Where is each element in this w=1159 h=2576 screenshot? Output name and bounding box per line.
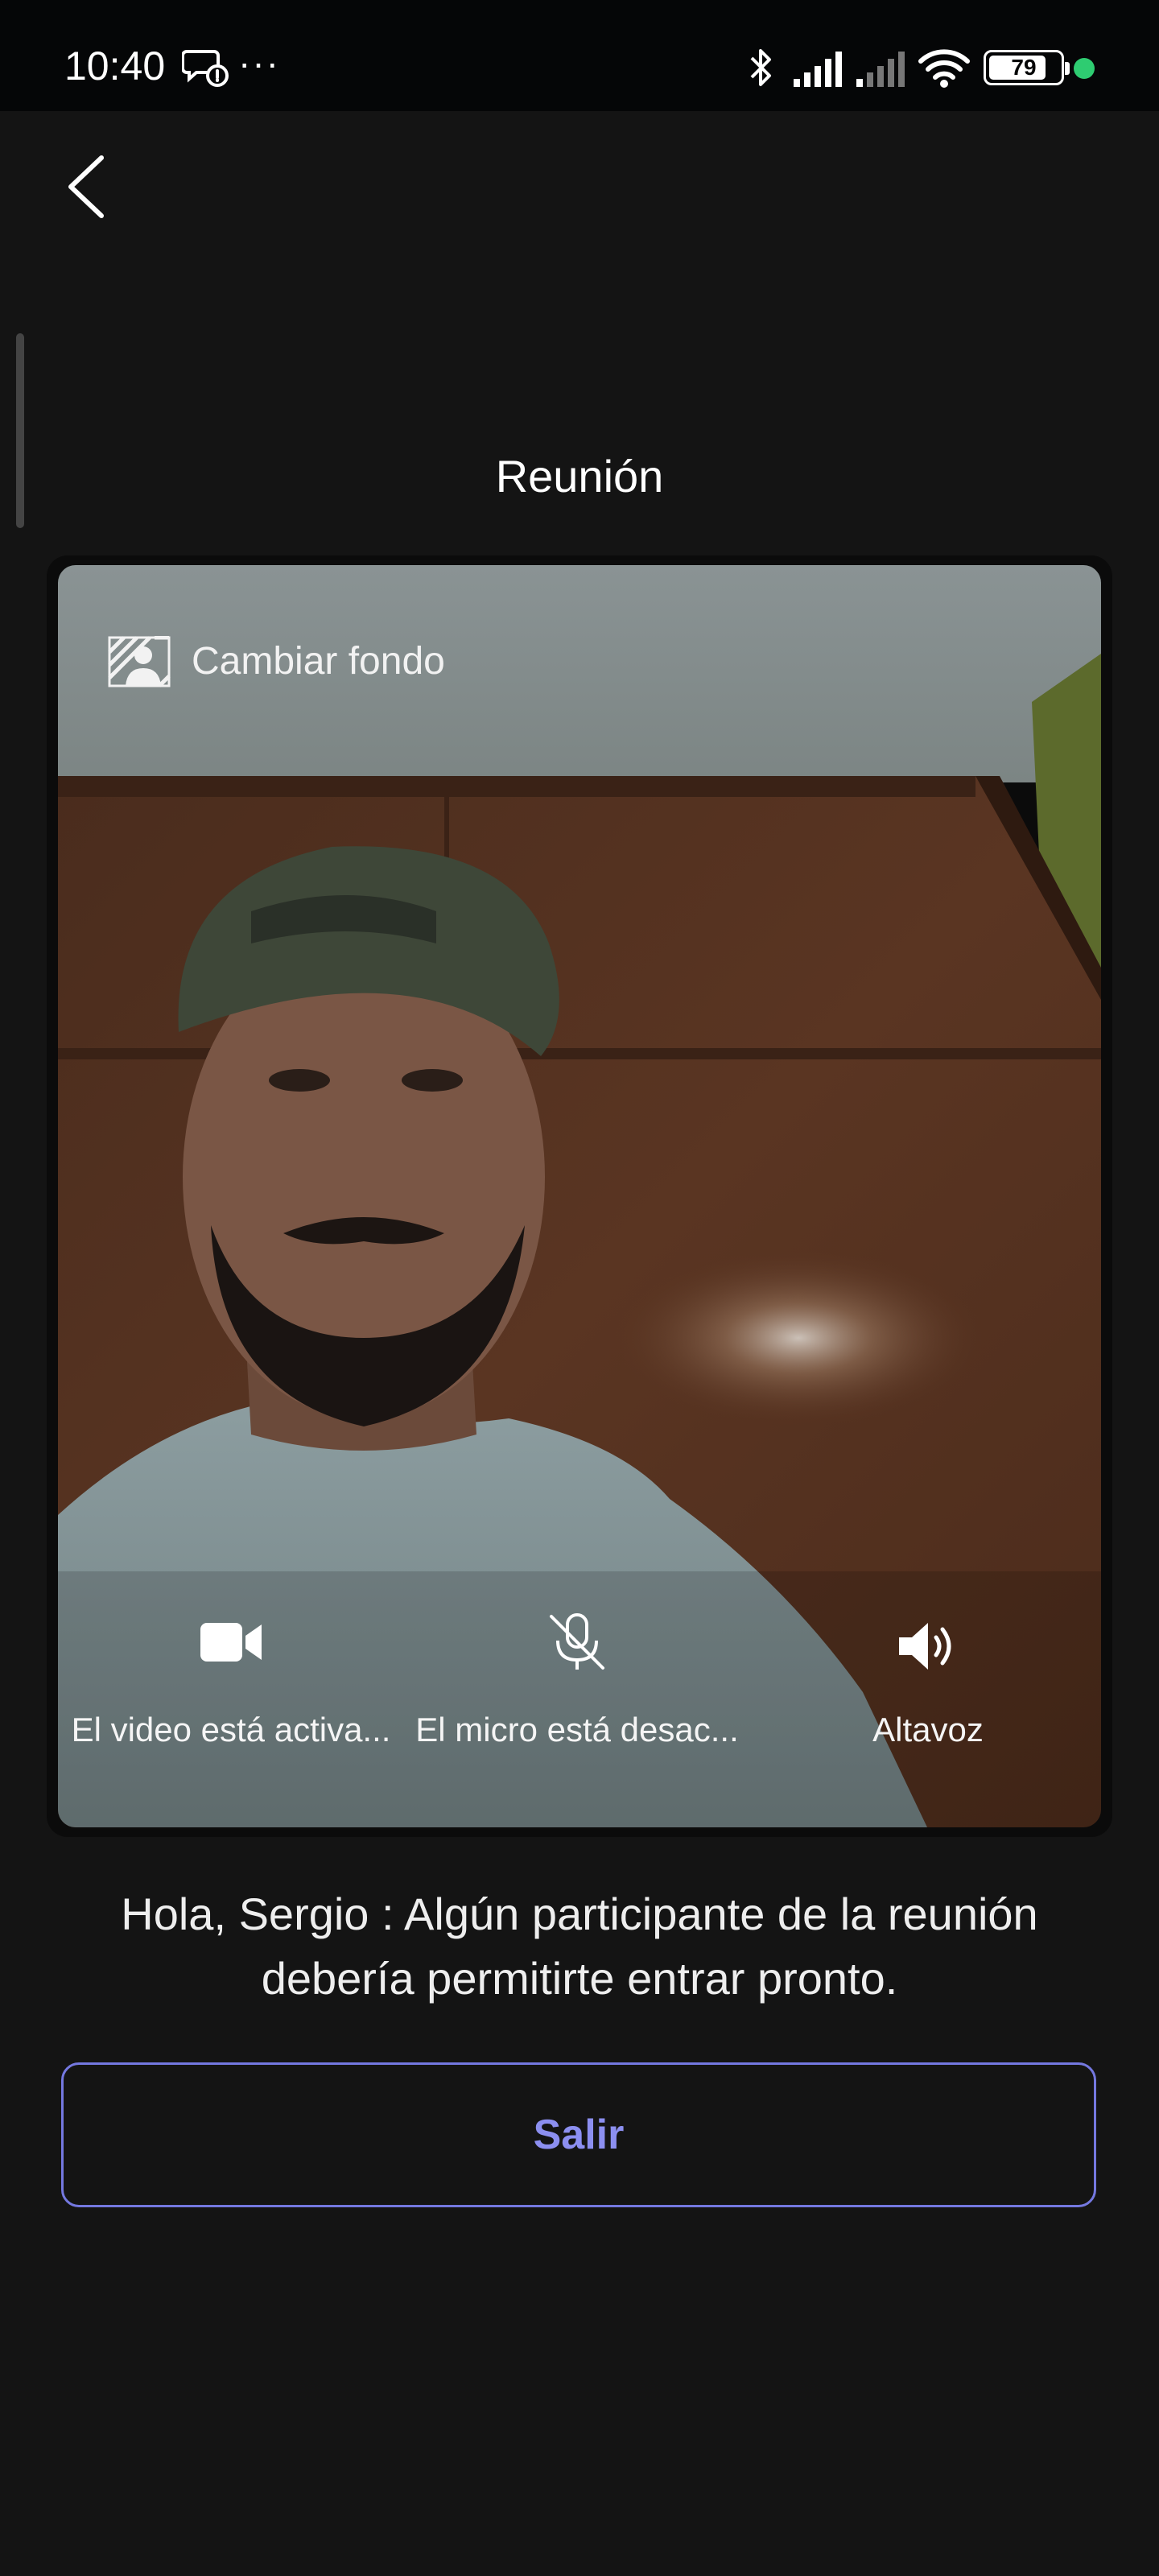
lobby-waiting-message: Hola, Sergio : Algún participante de la … — [121, 1889, 1038, 2004]
speaker-icon — [899, 1623, 951, 1670]
signal-strength-icon — [794, 52, 842, 87]
exit-button[interactable]: Salir — [61, 2062, 1096, 2207]
microphone-toggle-button[interactable]: El micro está desac... — [404, 1613, 750, 1779]
speaker-label: Altavoz — [872, 1711, 984, 1748]
more-notifications: ··· — [238, 42, 280, 84]
chat-notification-icon — [182, 50, 229, 87]
speaker-button[interactable]: Altavoz — [755, 1618, 1101, 1779]
video-toggle-button[interactable]: El video está activa... — [58, 1618, 404, 1779]
microphone-status-label: El micro está desac... — [415, 1711, 739, 1748]
page-title: Reunión — [495, 451, 664, 502]
bluetooth-icon — [750, 49, 771, 86]
back-button[interactable] — [53, 142, 126, 230]
video-camera-icon — [200, 1623, 262, 1662]
status-time: 10:40 — [64, 43, 166, 89]
status-bar: 10:40 ··· 79 — [0, 0, 1159, 111]
signal-strength-weak-icon — [856, 52, 905, 87]
active-indicator-dot — [1074, 58, 1095, 79]
microphone-off-icon — [550, 1613, 604, 1670]
preview-controls: El video está activa... El micro está de… — [58, 1613, 1101, 1779]
battery-icon: 79 — [984, 50, 1070, 85]
exit-label: Salir — [533, 2112, 625, 2158]
video-status-label: El video está activa... — [71, 1711, 391, 1748]
change-background-label: Cambiar fondo — [192, 640, 445, 683]
change-background-button[interactable]: Cambiar fondo — [108, 631, 445, 692]
battery-level: 79 — [1011, 55, 1037, 80]
chevron-left-icon — [68, 155, 104, 218]
wifi-icon — [918, 49, 970, 88]
camera-preview: Cambiar fondo El video está activa... El… — [58, 565, 1101, 1827]
background-effects-icon — [108, 636, 171, 687]
